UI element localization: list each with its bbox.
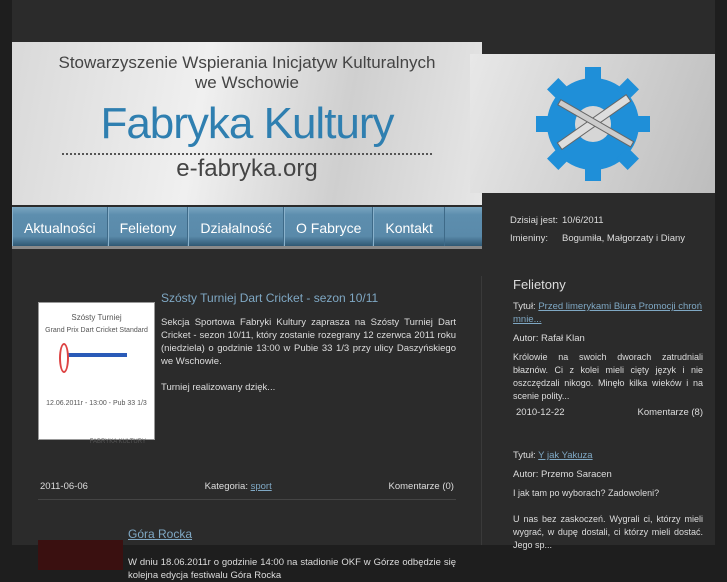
org-name: Stowarzyszenie Wspierania Inicjatyw Kult…	[12, 42, 482, 93]
org-line1: Stowarzyszenie Wspierania Inicjatyw Kult…	[58, 53, 436, 72]
article-excerpt: Królowie na swoich dworach zatrudniali b…	[513, 352, 703, 401]
nav-o-fabryce[interactable]: O Fabryce	[284, 207, 374, 246]
article-item: Tytuł: Przed limerykami Biura Promocji c…	[513, 300, 703, 419]
logo-image	[470, 54, 715, 193]
gear-tools-icon	[522, 58, 663, 189]
post-meta: 2011-06-06 Kategoria: sport Komentarze (…	[38, 472, 456, 500]
article-title-link[interactable]: Y jak Yakuza	[538, 450, 592, 461]
article-excerpt: I jak tam po wyborach? Zadowoleni?	[513, 488, 660, 498]
date-label: Dzisiaj jest:	[510, 215, 559, 226]
article-date: 2010-12-22	[516, 407, 565, 418]
article-excerpt-more: U nas bez zaskoczeń. Wygrali ci, którzy …	[513, 514, 703, 550]
post-title[interactable]: Szósty Turniej Dart Cricket - sezon 10/1…	[161, 291, 378, 305]
thumb-text: 12.06.2011r - 13:00 - Pub 33 1/3	[46, 400, 147, 407]
article-author: Autor: Przemo Saracen	[513, 469, 612, 480]
dart-icon	[39, 337, 154, 397]
site-title: Fabryka Kultury	[100, 99, 394, 148]
date-value: 10/6/2011	[562, 215, 604, 226]
article-item: Tytuł: Y jak Yakuza Autor: Przemo Sarace…	[513, 449, 703, 552]
thumb-text: Grand Prix Dart Cricket Standard	[45, 327, 148, 334]
post-date: 2011-06-06	[40, 481, 88, 492]
post: Szósty Turniej Dart Cricket - sezon 10/1…	[38, 292, 456, 500]
thumb-text: FABRYKA KULTURY	[89, 439, 146, 445]
post-thumbnail[interactable]: Szósty Turniej Grand Prix Dart Cricket S…	[38, 302, 155, 445]
post: Góra Rocka W dniu 18.06.2011r o godzinie…	[38, 528, 456, 582]
category-label: Kategoria:	[204, 481, 248, 492]
article-comments[interactable]: Komentarze (8)	[638, 406, 703, 419]
date-info: Dzisiaj jest: 10/6/2011 Imieniny: Bogumiła…	[510, 212, 685, 248]
nav-kontakt[interactable]: Kontakt	[373, 207, 445, 246]
title-label: Tytuł:	[513, 450, 536, 461]
thumb-text: Szósty Turniej	[71, 313, 122, 322]
nav-aktualnosci[interactable]: Aktualności	[12, 207, 108, 246]
sidebar-felietony: Felietony Tytuł: Przed limerykami Biura …	[481, 276, 703, 550]
site-url: e-fabryka.org	[176, 155, 318, 182]
news-list: Szósty Turniej Dart Cricket - sezon 10/1…	[38, 292, 456, 582]
org-line2: we Wschowie	[195, 73, 299, 92]
article-author: Autor: Rafał Klan	[513, 333, 585, 344]
title-label: Tytuł:	[513, 301, 536, 312]
names-value: Bogumiła, Małgorzaty i Diany	[562, 233, 686, 244]
nav-felietony[interactable]: Felietony	[107, 207, 189, 246]
sidebar-heading: Felietony	[513, 277, 566, 292]
nav-dzialalnosc[interactable]: Działalność	[188, 207, 284, 246]
post-title[interactable]: Góra Rocka	[128, 527, 192, 541]
comments-link[interactable]: Komentarze (0)	[389, 480, 454, 493]
category-link[interactable]: sport	[251, 481, 272, 492]
header-banner[interactable]: Stowarzyszenie Wspierania Inicjatyw Kult…	[12, 42, 482, 205]
names-label: Imieniny:	[510, 233, 549, 244]
main-nav: Aktualności Felietony Działalność O Fabr…	[12, 207, 482, 249]
article-title-link[interactable]: Przed limerykami Biura Promocji chroń mn…	[513, 301, 702, 325]
